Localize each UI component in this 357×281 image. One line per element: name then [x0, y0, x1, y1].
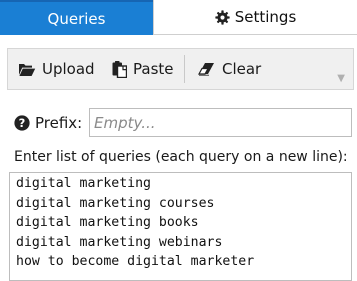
- upload-label: Upload: [42, 60, 95, 78]
- tab-settings-label: Settings: [234, 8, 297, 26]
- folder-open-icon: [18, 62, 36, 77]
- prefix-label: Prefix:: [35, 114, 83, 132]
- svg-text:?: ?: [19, 116, 26, 130]
- prefix-row: ? Prefix:: [14, 108, 82, 138]
- prefix-input[interactable]: [89, 108, 352, 137]
- clear-label: Clear: [222, 60, 262, 78]
- toolbar-divider: [184, 55, 185, 83]
- tab-bar: Queries Settings: [0, 0, 357, 35]
- gear-icon: [215, 9, 230, 25]
- tab-settings[interactable]: Settings: [153, 0, 357, 35]
- upload-button[interactable]: Upload: [18, 49, 95, 89]
- paste-label: Paste: [133, 60, 174, 78]
- question-circle-icon[interactable]: ?: [14, 115, 30, 131]
- eraser-icon: [197, 62, 216, 76]
- clear-button[interactable]: Clear: [197, 49, 261, 89]
- toolbar: Upload Paste Clear ▼: [7, 48, 354, 90]
- paste-icon: [112, 60, 127, 78]
- queries-label: Enter list of queries (each query on a n…: [14, 149, 348, 165]
- toolbar-overflow-caret-icon[interactable]: ▼: [337, 73, 345, 84]
- tab-queries-label: Queries: [47, 9, 106, 28]
- queries-textarea[interactable]: digital marketing digital marketing cour…: [9, 172, 352, 281]
- tab-queries[interactable]: Queries: [0, 0, 153, 35]
- paste-button[interactable]: Paste: [112, 49, 174, 89]
